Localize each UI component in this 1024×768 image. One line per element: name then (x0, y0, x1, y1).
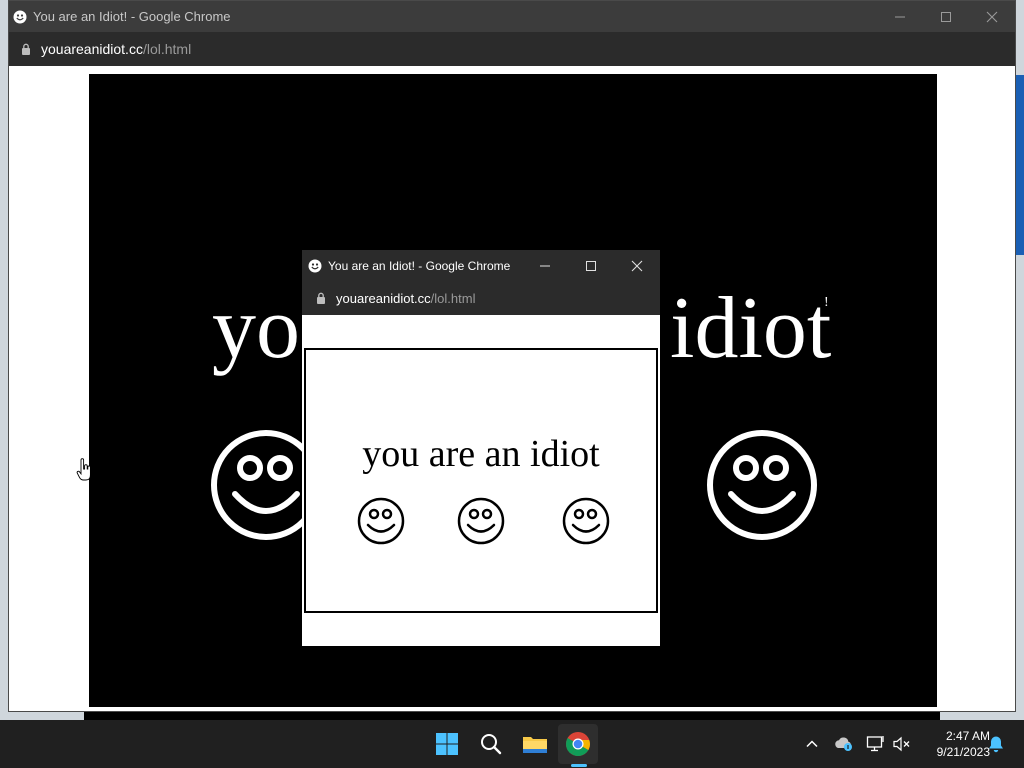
smiley-icon-2 (457, 497, 505, 545)
hand-cursor-icon (76, 458, 91, 481)
network-button[interactable] (866, 734, 886, 754)
popup-address-bar[interactable]: youareanidiot.cc/lol.html (302, 281, 660, 315)
maximize-icon (941, 11, 951, 22)
minimize-icon (895, 16, 905, 17)
window-title: You are an Idiot! - Google Chrome (33, 9, 231, 24)
file-explorer-button[interactable] (519, 728, 551, 760)
popup-message-box: you are an idiot (304, 348, 658, 613)
chrome-icon (566, 732, 590, 757)
close-icon (631, 260, 643, 271)
popup-page-content: you are an idiot (302, 315, 660, 646)
search-button[interactable] (475, 728, 507, 760)
chevron-up-icon (806, 740, 818, 748)
popup-titlebar[interactable]: You are an Idiot! - Google Chrome (302, 250, 660, 281)
address-bar[interactable]: youareanidiot.cc/lol.html (9, 32, 1015, 66)
close-button[interactable] (969, 1, 1015, 32)
popup-maximize-button[interactable] (568, 250, 614, 281)
popup-browser-window: You are an Idiot! - Google Chrome youare… (302, 250, 660, 646)
smiley-icon-3 (562, 497, 610, 545)
main-titlebar[interactable]: You are an Idiot! - Google Chrome (9, 1, 1015, 32)
volume-button[interactable] (892, 734, 912, 754)
clock-date: 9/21/2023 (936, 745, 990, 759)
minimize-icon (540, 265, 550, 266)
big-text-left: yo (212, 280, 300, 377)
system-clock[interactable]: 2:47 AM 9/21/2023 (920, 728, 990, 760)
popup-message-text: you are an idiot (362, 433, 600, 475)
notification-bell-icon (989, 736, 1003, 753)
background-window-edge (84, 712, 940, 720)
smiley-icon-right (707, 430, 817, 540)
popup-url-host: youareanidiot.cc (336, 290, 431, 306)
smiley-favicon-icon (308, 259, 322, 272)
smiley-icon-1 (357, 497, 405, 545)
file-explorer-icon (523, 737, 547, 753)
popup-window-title: You are an Idiot! - Google Chrome (328, 258, 511, 273)
search-icon (481, 734, 502, 755)
taskbar: 2:47 AM 9/21/2023 (0, 720, 1024, 768)
network-icon (866, 736, 884, 752)
big-text-punct: ! (824, 295, 829, 310)
desktop-edge (1016, 75, 1024, 255)
smiley-favicon-icon (13, 10, 27, 23)
close-icon (986, 11, 998, 22)
url-path: /lol.html (142, 41, 192, 57)
big-text-right: idiot (670, 280, 832, 377)
onedrive-icon (835, 737, 852, 751)
minimize-button[interactable] (877, 1, 923, 32)
popup-minimize-button[interactable] (522, 250, 568, 281)
maximize-icon (586, 260, 596, 271)
start-button[interactable] (431, 728, 463, 760)
volume-muted-icon (893, 736, 910, 752)
lock-icon (22, 43, 30, 55)
popup-url-path: /lol.html (430, 290, 476, 306)
url-host: youareanidiot.cc (41, 41, 143, 57)
notifications-button[interactable] (986, 734, 1006, 754)
chrome-button[interactable] (562, 728, 594, 760)
onedrive-button[interactable] (834, 734, 854, 754)
clock-time: 2:47 AM (945, 729, 990, 743)
chrome-running-indicator (571, 764, 587, 767)
lock-icon (317, 292, 325, 304)
show-hidden-icons-button[interactable] (802, 734, 822, 754)
maximize-button[interactable] (923, 1, 969, 32)
windows-start-icon (436, 733, 458, 755)
popup-close-button[interactable] (614, 250, 660, 281)
